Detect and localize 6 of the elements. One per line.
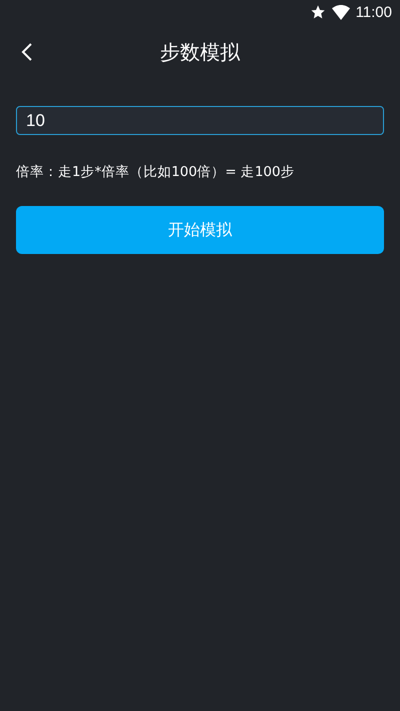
wifi-icon bbox=[332, 4, 350, 20]
star-icon bbox=[310, 4, 326, 20]
hint-text: 倍率：走1步*倍率（比如100倍）= 走100步 bbox=[16, 163, 296, 182]
multiplier-field[interactable]: 10 bbox=[16, 106, 384, 135]
page-title: 步数模拟 bbox=[160, 38, 240, 66]
status-time: 11:00 bbox=[356, 4, 392, 20]
